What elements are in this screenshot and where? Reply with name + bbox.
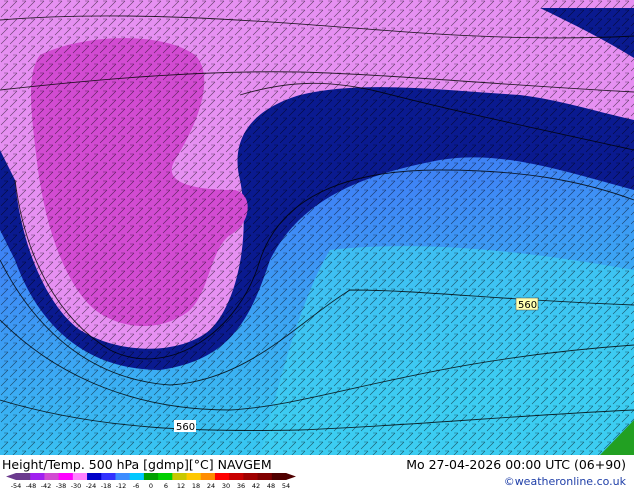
scale-tick-label: -54 (11, 482, 22, 489)
scale-tick-label: -30 (71, 482, 82, 489)
map-title: Height/Temp. 500 hPa [gdmp][°C] NAVGEM (2, 457, 272, 472)
scale-tick-label: 36 (237, 482, 245, 489)
scale-swatch (16, 473, 31, 480)
scale-tick-label: -48 (26, 482, 37, 489)
scale-arrow-right (286, 473, 296, 480)
credit-link[interactable]: ©weatheronline.co.uk (504, 475, 626, 488)
scale-swatch (58, 473, 74, 480)
scale-tick-label: 30 (222, 482, 230, 489)
scale-tick-label: 6 (164, 482, 168, 489)
weather-map: 560 560 (0, 0, 634, 455)
scale-tick-label: 54 (282, 482, 290, 489)
scale-swatch (101, 473, 116, 480)
scale-tick-label: 12 (177, 482, 185, 489)
scale-swatch (172, 473, 188, 480)
scale-swatch (129, 473, 145, 480)
scale-tick-label: -6 (133, 482, 139, 489)
scale-swatch (72, 473, 88, 480)
scale-swatch (44, 473, 60, 480)
map-footer: Height/Temp. 500 hPa [gdmp][°C] NAVGEM M… (0, 455, 634, 490)
scale-tick-label: -38 (56, 482, 67, 489)
scale-tick-label: -12 (116, 482, 127, 489)
scale-swatch (158, 473, 173, 480)
scale-swatch (30, 473, 45, 480)
scale-arrow-left (6, 473, 16, 480)
scale-swatch (257, 473, 273, 480)
scale-tick-label: 48 (267, 482, 275, 489)
scale-tick-label: 42 (252, 482, 260, 489)
contour-label-560-south: 560 (174, 420, 196, 433)
scale-swatch (143, 473, 159, 480)
scale-tick-label: -42 (41, 482, 52, 489)
scale-swatch (186, 473, 202, 480)
scale-swatch (214, 473, 230, 480)
scale-tick-label: 18 (192, 482, 200, 489)
scale-swatch (115, 473, 131, 480)
forecast-datetime: Mo 27-04-2026 00:00 UTC (06+90) (406, 457, 626, 472)
scale-tick-label: -18 (101, 482, 112, 489)
svg-text:560: 560 (176, 422, 195, 433)
scale-swatch (229, 473, 244, 480)
scale-swatch (243, 473, 259, 480)
scale-tick-label: 24 (207, 482, 215, 489)
scale-swatch (200, 473, 216, 480)
color-scale: -54 -48 -42 -38 -30 -24 -18 -12 -6 0 6 12 18 24 30 36 42… (6, 473, 296, 489)
scale-swatch (271, 473, 287, 480)
contour-label-560-east: 560 (515, 297, 539, 311)
svg-text:560: 560 (518, 300, 537, 311)
scale-swatch (87, 473, 102, 480)
scale-tick-label: -24 (86, 482, 97, 489)
scale-tick-label: 0 (149, 482, 153, 489)
